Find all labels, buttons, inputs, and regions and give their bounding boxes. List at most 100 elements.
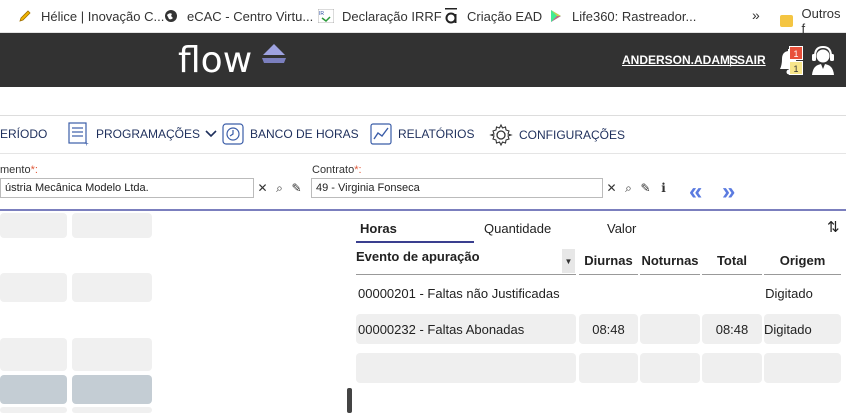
tab-horas[interactable]: Horas bbox=[360, 221, 397, 236]
bookmark-label: Declaração IRRF bbox=[342, 8, 442, 24]
bookmark-label: eCAC - Centro Virtu... bbox=[187, 8, 314, 24]
header-label: Origem bbox=[779, 253, 826, 268]
menu-programacoes[interactable]: + PROGRAMAÇÕES bbox=[68, 122, 224, 146]
menu-label: RELATÓRIOS bbox=[398, 127, 475, 141]
bookmark-irrf[interactable]: IR Declaração IRRF bbox=[318, 6, 442, 26]
header-label: Diurnas bbox=[584, 253, 633, 268]
table-cell-total[interactable]: 08:48 bbox=[702, 314, 762, 344]
clock-icon bbox=[222, 123, 244, 145]
table-cell-noturnas[interactable] bbox=[640, 278, 700, 308]
table-cell-evento[interactable]: 00000232 - Faltas Abonadas bbox=[356, 314, 576, 344]
bookmark-label: Criação EAD bbox=[467, 8, 543, 24]
table-cell-diurnas[interactable]: 08:48 bbox=[579, 314, 638, 344]
column-header-noturnas[interactable]: Noturnas bbox=[640, 247, 700, 275]
contrato-label: Contrato*: bbox=[312, 164, 362, 176]
info-contrato-button[interactable]: i bbox=[655, 178, 672, 198]
column-header-origem[interactable]: Origem bbox=[764, 247, 841, 275]
notification-badge-red: 1 bbox=[789, 46, 803, 60]
header-label: Total bbox=[716, 253, 748, 268]
table-cell-origem[interactable]: Digitado bbox=[764, 314, 841, 344]
column-dropdown-icon[interactable]: ▼ bbox=[562, 249, 575, 273]
support-agent-icon[interactable] bbox=[810, 45, 836, 75]
bookmarks-bar: Hélice | Inovação C... eCAC - Centro Vir… bbox=[0, 0, 846, 36]
grid-cell[interactable] bbox=[0, 338, 67, 371]
menu-periodo[interactable]: ERÍODO bbox=[0, 127, 47, 141]
gear-icon bbox=[489, 123, 513, 147]
grid-cell[interactable] bbox=[0, 407, 67, 413]
play-store-icon bbox=[548, 8, 564, 24]
table-cell-evento[interactable] bbox=[356, 353, 576, 383]
grid-cell[interactable] bbox=[72, 213, 152, 238]
app-header: flow ANDERSON.ADAMS | SAIR 1 1 bbox=[0, 33, 846, 87]
globe-icon bbox=[163, 8, 179, 24]
notification-badge-yellow: 1 bbox=[789, 61, 803, 75]
tab-quantidade[interactable]: Quantidade bbox=[484, 221, 551, 236]
clear-contrato-button[interactable]: ✕ bbox=[603, 178, 620, 198]
user-link[interactable]: ANDERSON.ADAMS bbox=[622, 53, 738, 67]
grid-cell-selected[interactable] bbox=[72, 375, 152, 404]
main-menu: ERÍODO + PROGRAMAÇÕES BANCO DE HORAS REL… bbox=[0, 115, 846, 153]
contrato-label-text: Contrato bbox=[312, 164, 355, 176]
previous-contract-button[interactable]: « bbox=[689, 178, 702, 206]
tab-valor[interactable]: Valor bbox=[607, 221, 636, 236]
grid-cell-selected[interactable] bbox=[0, 375, 67, 404]
svg-text:+: + bbox=[84, 139, 89, 146]
active-tab-indicator bbox=[356, 241, 474, 243]
flow-logo: flow bbox=[178, 40, 253, 81]
estabelecimento-label: mento*: bbox=[0, 164, 38, 176]
bookmark-other-folder[interactable]: Outros f bbox=[780, 6, 846, 36]
chevron-down-icon bbox=[205, 130, 217, 138]
menu-configuracoes[interactable]: CONFIGURAÇÕES bbox=[489, 123, 625, 147]
table-cell-diurnas[interactable] bbox=[579, 353, 638, 383]
bookmark-label: Life360: Rastreador... bbox=[572, 8, 697, 24]
estabelecimento-field[interactable]: ústria Mecânica Modelo Ltda. bbox=[0, 178, 254, 198]
column-header-evento[interactable]: Evento de apuração bbox=[356, 247, 576, 275]
menu-label: CONFIGURAÇÕES bbox=[519, 128, 626, 142]
table-cell-evento[interactable]: 00000201 - Faltas não Justificadas bbox=[356, 278, 576, 308]
required-marker: *: bbox=[354, 164, 362, 176]
table-cell-noturnas[interactable] bbox=[640, 314, 700, 344]
menu-label: PROGRAMAÇÕES bbox=[96, 127, 201, 141]
bookmark-life360[interactable]: Life360: Rastreador... bbox=[548, 6, 696, 26]
a-logo-icon bbox=[443, 8, 459, 24]
table-cell-origem[interactable] bbox=[764, 353, 841, 383]
grid-cell[interactable] bbox=[72, 407, 152, 413]
bookmarks-more-button[interactable]: » bbox=[752, 7, 760, 23]
table-cell-total[interactable] bbox=[702, 278, 762, 308]
grid-cell[interactable] bbox=[0, 273, 67, 302]
grid-cell[interactable] bbox=[0, 213, 67, 238]
column-header-total[interactable]: Total bbox=[702, 247, 762, 275]
table-cell-diurnas[interactable] bbox=[579, 278, 638, 308]
sort-icon[interactable]: ⇅ bbox=[827, 218, 840, 236]
folder-icon bbox=[780, 15, 794, 27]
logout-link[interactable]: SAIR bbox=[737, 53, 766, 67]
menu-relatorios[interactable]: RELATÓRIOS bbox=[370, 123, 474, 145]
header-label: Noturnas bbox=[641, 253, 699, 268]
filters-bar: mento*: ústria Mecânica Modelo Ltda. ✕ ⌕… bbox=[0, 153, 846, 211]
menu-label: ERÍODO bbox=[0, 127, 48, 141]
grid-cell[interactable] bbox=[72, 273, 152, 302]
estabelecimento-label-text: mento bbox=[0, 164, 31, 176]
column-header-diurnas[interactable]: Diurnas bbox=[579, 247, 638, 275]
table-cell-total[interactable] bbox=[702, 353, 762, 383]
menu-banco-horas[interactable]: BANCO DE HORAS bbox=[222, 123, 359, 145]
next-contract-button[interactable]: » bbox=[722, 178, 735, 206]
search-contrato-button[interactable]: ⌕ bbox=[620, 178, 637, 198]
required-marker: *: bbox=[30, 164, 38, 176]
table-cell-origem[interactable]: Digitado bbox=[764, 278, 814, 308]
contrato-field[interactable]: 49 - Virginia Fonseca bbox=[311, 178, 603, 198]
bookmark-helice[interactable]: Hélice | Inovação C... bbox=[17, 6, 164, 26]
edit-contrato-button[interactable]: ✎ bbox=[637, 178, 654, 198]
pencil-icon bbox=[17, 8, 33, 24]
bookmark-criacao-ead[interactable]: Criação EAD bbox=[443, 6, 542, 26]
bookmark-label: Hélice | Inovação C... bbox=[41, 8, 165, 24]
search-estabelecimento-button[interactable]: ⌕ bbox=[271, 178, 288, 198]
bookmark-ecac[interactable]: eCAC - Centro Virtu... bbox=[163, 6, 313, 26]
table-cell-noturnas[interactable] bbox=[640, 353, 700, 383]
scrollbar-thumb[interactable] bbox=[347, 388, 352, 413]
clear-estabelecimento-button[interactable]: ✕ bbox=[254, 178, 271, 198]
grid-cell[interactable] bbox=[72, 338, 152, 371]
logo-triangle-icon bbox=[262, 44, 286, 63]
menu-label: BANCO DE HORAS bbox=[250, 127, 359, 141]
edit-estabelecimento-button[interactable]: ✎ bbox=[288, 178, 305, 198]
